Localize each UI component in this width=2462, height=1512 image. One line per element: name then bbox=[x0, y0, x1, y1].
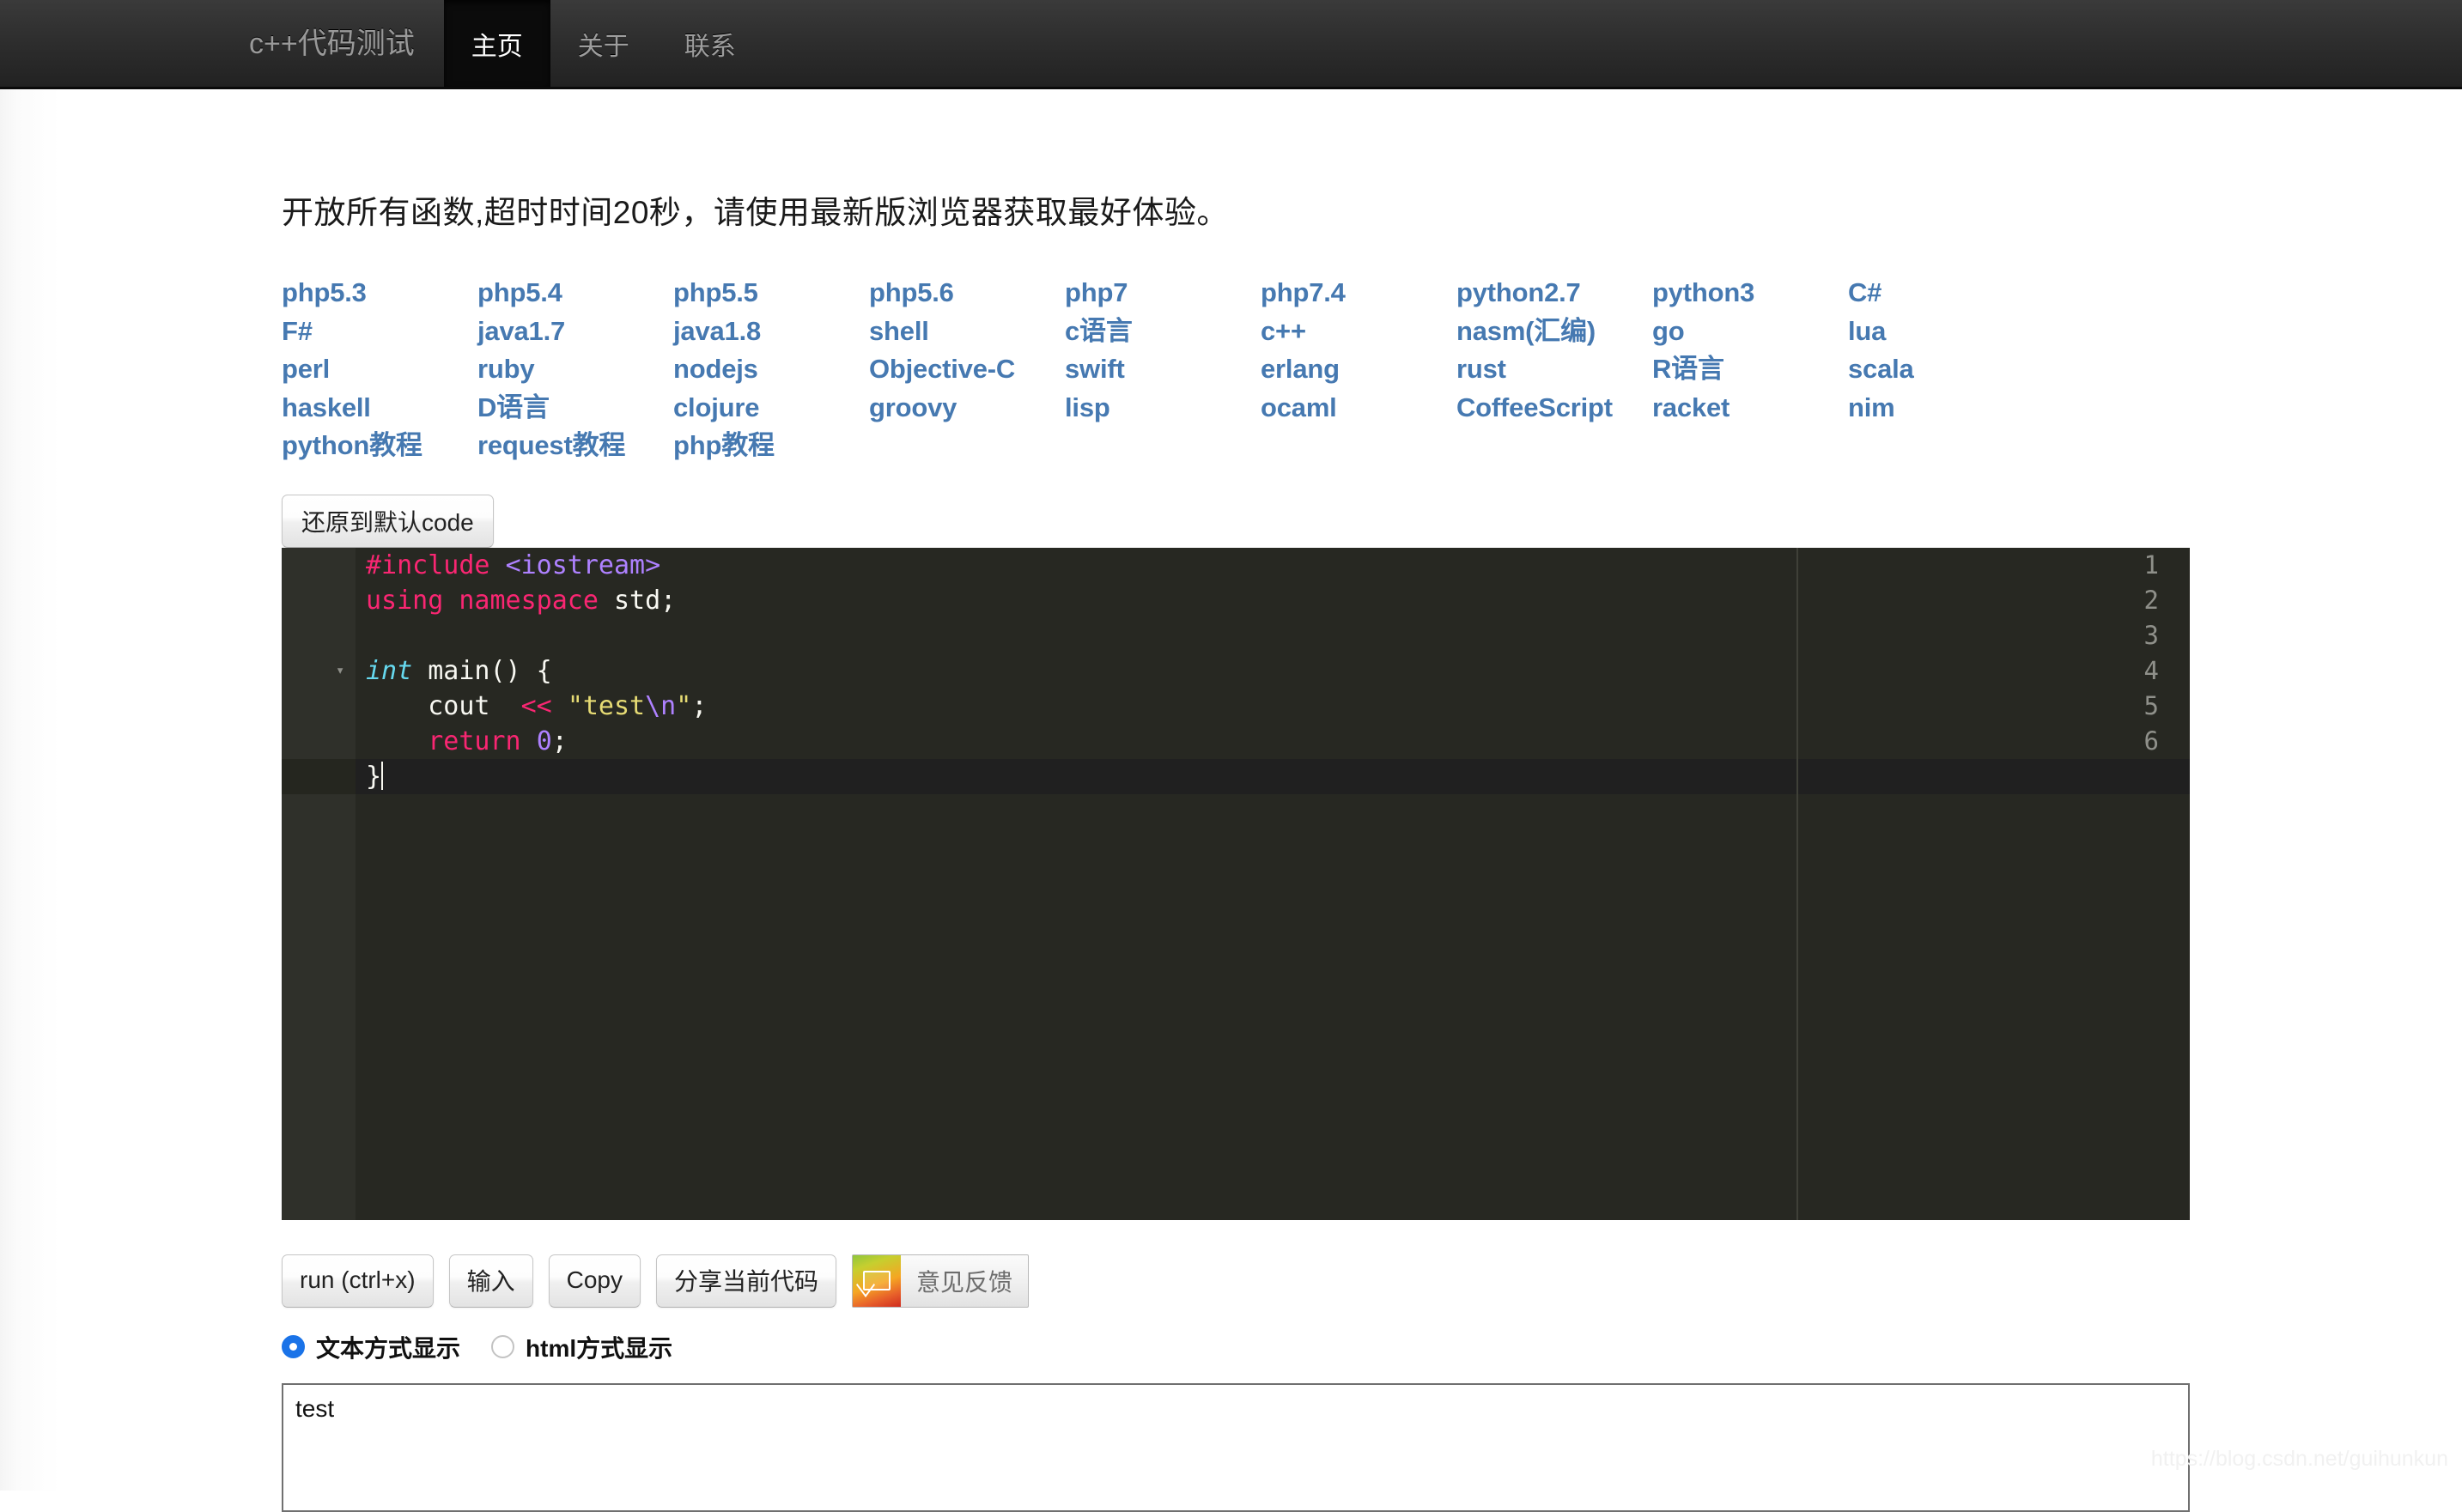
restore-default-code-button[interactable]: 还原到默认code bbox=[282, 495, 494, 548]
radio-html-mode-label[interactable]: html方式显示 bbox=[526, 1330, 672, 1364]
lang-link[interactable]: python3 bbox=[1652, 274, 1848, 313]
print-margin-line bbox=[1796, 548, 1798, 1220]
lang-link[interactable]: php5.5 bbox=[673, 274, 869, 313]
code-line-7: } bbox=[366, 759, 383, 794]
lang-link[interactable]: shell bbox=[869, 313, 1065, 351]
envelope-icon bbox=[853, 1255, 901, 1307]
lang-link[interactable]: scala bbox=[1848, 350, 2044, 389]
nav-item-contact[interactable]: 联系 bbox=[657, 0, 763, 87]
lang-link[interactable]: c++ bbox=[1261, 313, 1456, 351]
watermark-text: https://blog.csdn.net/guihunkun bbox=[2151, 1447, 2448, 1472]
lang-link[interactable]: Objective-C bbox=[869, 350, 1065, 389]
copy-button[interactable]: Copy bbox=[549, 1254, 641, 1308]
lang-link[interactable]: php7 bbox=[1065, 274, 1261, 313]
lang-link[interactable]: C# bbox=[1848, 274, 2044, 313]
navbar-brand[interactable]: c++代码测试 bbox=[249, 0, 444, 87]
lang-link[interactable]: java1.8 bbox=[673, 313, 869, 351]
lang-link[interactable]: racket bbox=[1652, 389, 1848, 428]
code-line-2: using namespace std; bbox=[366, 583, 676, 618]
lang-link[interactable]: go bbox=[1652, 313, 1848, 351]
lang-link[interactable]: nasm(汇编) bbox=[1456, 313, 1652, 351]
radio-text-mode[interactable] bbox=[282, 1335, 305, 1358]
code-editor[interactable]: 1 2 3 4 ▾ 5 6 7 #include <iostream> usin… bbox=[282, 548, 2190, 1220]
lang-link[interactable]: nim bbox=[1848, 389, 2044, 428]
lang-link[interactable]: clojure bbox=[673, 389, 869, 428]
restore-button-row: 还原到默认code bbox=[282, 495, 2190, 548]
editor-code-area[interactable]: #include <iostream> using namespace std;… bbox=[356, 548, 2190, 1220]
lang-link[interactable]: R语言 bbox=[1652, 350, 1848, 389]
lang-link[interactable]: D语言 bbox=[477, 389, 673, 428]
lang-link[interactable]: python2.7 bbox=[1456, 274, 1652, 313]
lang-link[interactable]: c语言 bbox=[1065, 313, 1261, 351]
lang-link[interactable]: php7.4 bbox=[1261, 274, 1456, 313]
intro-text: 开放所有函数,超时时间20秒，请使用最新版浏览器获取最好体验。 bbox=[282, 89, 2190, 232]
lang-link[interactable]: erlang bbox=[1261, 350, 1456, 389]
nav-item-home[interactable]: 主页 bbox=[444, 0, 550, 87]
lang-link[interactable]: perl bbox=[282, 350, 477, 389]
main-content: 开放所有函数,超时时间20秒，请使用最新版浏览器获取最好体验。 php5.3 p… bbox=[282, 89, 2190, 1512]
lang-link[interactable]: python教程 bbox=[282, 427, 477, 465]
lang-link[interactable]: nodejs bbox=[673, 350, 869, 389]
feedback-button-label: 意见反馈 bbox=[901, 1264, 1028, 1298]
display-mode-radio-group: 文本方式显示 html方式显示 bbox=[282, 1330, 2190, 1364]
lang-link[interactable]: ocaml bbox=[1261, 389, 1456, 428]
lang-link[interactable]: php教程 bbox=[673, 427, 869, 465]
action-button-bar: run (ctrl+x) 输入 Copy 分享当前代码 意见反馈 bbox=[282, 1254, 2190, 1308]
lang-link[interactable]: ruby bbox=[477, 350, 673, 389]
code-line-4: int main() { bbox=[366, 653, 552, 689]
output-area[interactable]: test bbox=[282, 1383, 2190, 1512]
navbar: c++代码测试 主页 关于 联系 bbox=[0, 0, 2462, 89]
lang-link[interactable]: lua bbox=[1848, 313, 2044, 351]
code-line-5: cout << "test\n"; bbox=[366, 689, 707, 724]
feedback-button[interactable]: 意见反馈 bbox=[852, 1254, 1029, 1308]
lang-link[interactable]: php5.6 bbox=[869, 274, 1065, 313]
lang-link[interactable]: php5.3 bbox=[282, 274, 477, 313]
lang-link[interactable]: F# bbox=[282, 313, 477, 351]
share-code-button[interactable]: 分享当前代码 bbox=[656, 1254, 836, 1308]
active-line-highlight bbox=[356, 759, 2190, 794]
nav-item-about[interactable]: 关于 bbox=[550, 0, 657, 87]
lang-link[interactable]: request教程 bbox=[477, 427, 673, 465]
lang-link[interactable]: haskell bbox=[282, 389, 477, 428]
lang-link[interactable]: swift bbox=[1065, 350, 1261, 389]
radio-text-mode-label[interactable]: 文本方式显示 bbox=[316, 1330, 460, 1364]
fold-arrow-icon[interactable]: ▾ bbox=[336, 653, 344, 689]
lang-link[interactable]: CoffeeScript bbox=[1456, 389, 1652, 428]
lang-link[interactable]: java1.7 bbox=[477, 313, 673, 351]
code-line-1: #include <iostream> bbox=[366, 548, 660, 583]
editor-gutter bbox=[282, 548, 356, 1220]
text-cursor bbox=[381, 762, 383, 790]
language-links-grid: php5.3 php5.4 php5.5 php5.6 php7 php7.4 … bbox=[282, 274, 2190, 465]
lang-link[interactable]: rust bbox=[1456, 350, 1652, 389]
active-line-gutter-highlight bbox=[282, 759, 356, 794]
lang-link[interactable]: lisp bbox=[1065, 389, 1261, 428]
lang-link[interactable]: groovy bbox=[869, 389, 1065, 428]
lang-link[interactable]: php5.4 bbox=[477, 274, 673, 313]
code-line-6: return 0; bbox=[366, 724, 568, 759]
input-button[interactable]: 输入 bbox=[449, 1254, 533, 1308]
run-button[interactable]: run (ctrl+x) bbox=[282, 1254, 434, 1308]
radio-html-mode[interactable] bbox=[491, 1335, 514, 1358]
